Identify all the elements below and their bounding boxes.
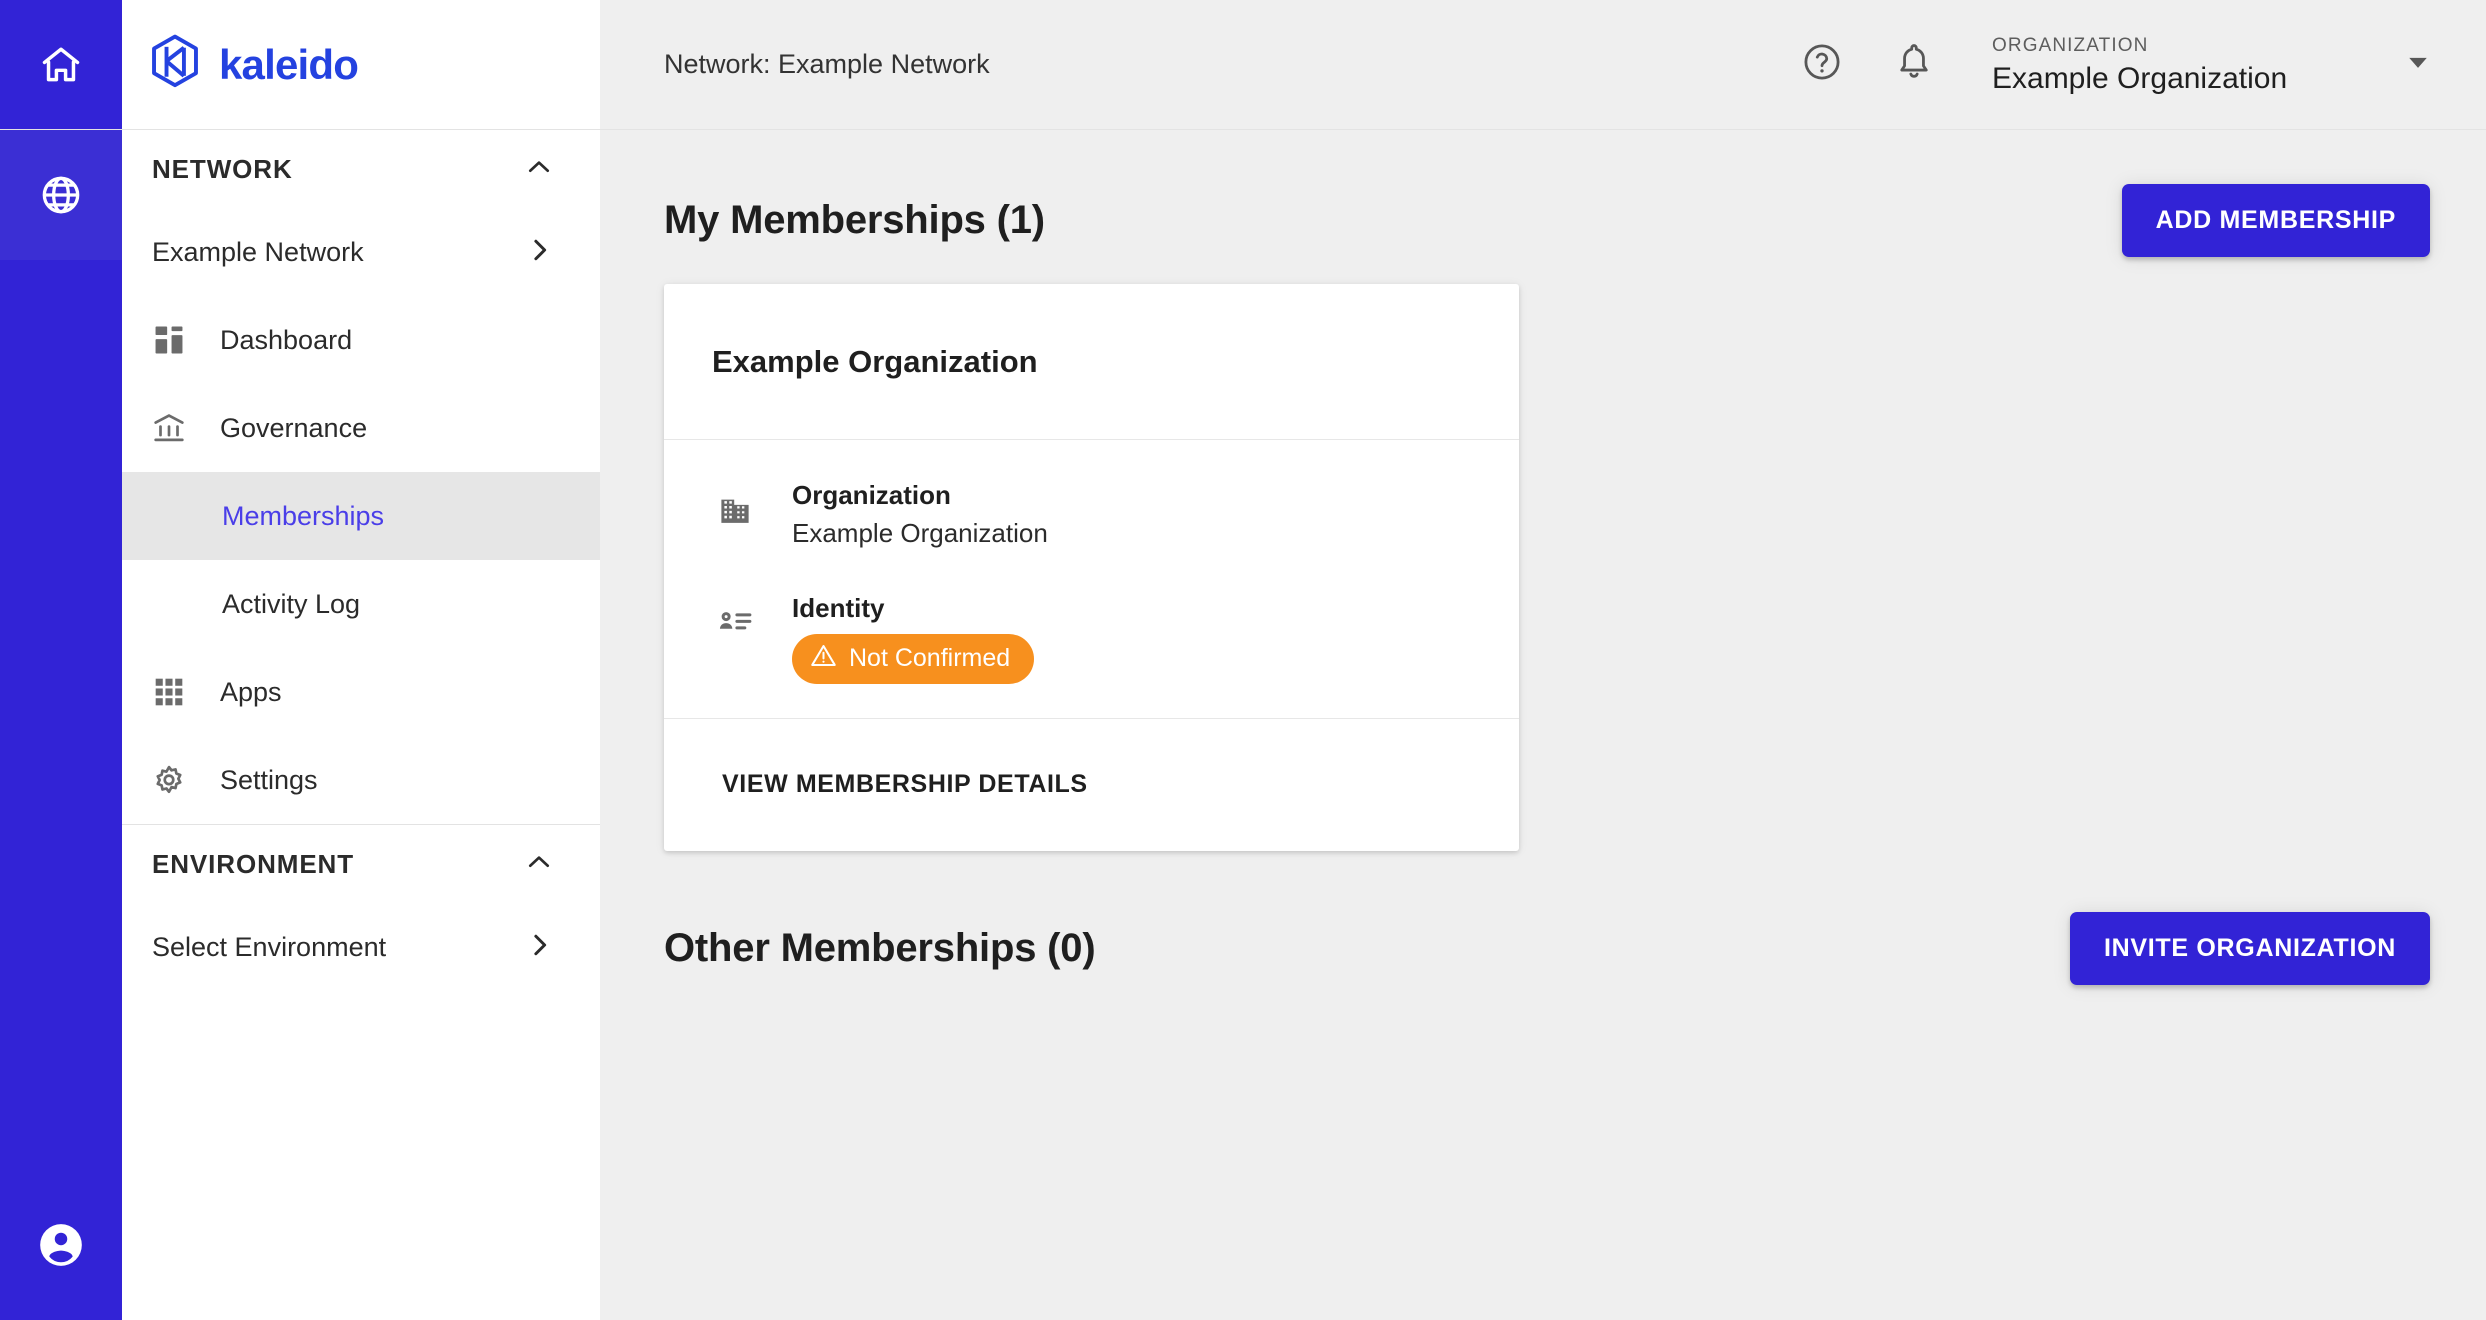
kaleido-logo-icon — [148, 33, 202, 96]
brand-wordmark: kaleido — [219, 40, 359, 88]
chevron-up-icon — [524, 152, 554, 187]
sidebar-item-select-environment-label: Select Environment — [152, 931, 387, 962]
status-badge-label: Not Confirmed — [849, 644, 1011, 673]
membership-organization-text: Organization Example Organization — [792, 476, 1048, 553]
organization-label: ORGANIZATION — [1992, 34, 2149, 56]
globe-icon — [39, 173, 83, 217]
sidebar-item-example-network[interactable]: Example Network — [122, 208, 600, 296]
membership-card-body: Organization Example Organization Identi… — [664, 440, 1519, 719]
view-membership-details-link[interactable]: VIEW MEMBERSHIP DETAILS — [722, 770, 1088, 799]
chevron-right-icon — [524, 235, 554, 270]
add-membership-button[interactable]: ADD MEMBERSHIP — [2121, 183, 2430, 257]
sidebar-item-apps[interactable]: Apps — [122, 648, 600, 736]
membership-organization-label: Organization — [792, 480, 951, 510]
sidebar-item-memberships[interactable]: Memberships — [108, 472, 600, 560]
my-memberships-title: My Memberships (1) — [664, 197, 1045, 242]
help-button[interactable] — [1776, 19, 1868, 111]
organization-text: ORGANIZATION Example Organization — [1992, 32, 2362, 98]
gear-icon — [152, 763, 198, 797]
notifications-button[interactable] — [1868, 19, 1960, 111]
sidebar-item-dashboard[interactable]: Dashboard — [122, 296, 600, 384]
sidebar: kaleido NETWORK Example Network Dashboar… — [0, 0, 600, 1320]
sidebar-item-governance[interactable]: Governance — [122, 384, 600, 472]
top-bar: Network: Example Network ORGANIZATION Ex… — [600, 0, 2486, 130]
caret-down-icon — [2404, 48, 2432, 81]
organization-name: Example Organization — [1992, 62, 2288, 95]
organization-selector[interactable]: ORGANIZATION Example Organization — [1992, 32, 2440, 98]
membership-card-footer: VIEW MEMBERSHIP DETAILS — [664, 719, 1519, 851]
sidebar-item-settings[interactable]: Settings — [122, 736, 600, 824]
membership-identity-label: Identity — [792, 592, 885, 623]
other-memberships-header: Other Memberships (0) INVITE ORGANIZATIO… — [664, 911, 2430, 987]
other-memberships-title: Other Memberships (0) — [664, 926, 1096, 971]
governance-icon — [152, 411, 198, 445]
bell-icon — [1893, 41, 1935, 88]
membership-card-header: Example Organization — [664, 284, 1519, 440]
sidebar-section-environment-label: ENVIRONMENT — [152, 848, 355, 879]
invite-organization-button[interactable]: INVITE ORGANIZATION — [2070, 912, 2430, 986]
sidebar-item-activity-log-label: Activity Log — [222, 588, 361, 619]
main-area: Network: Example Network ORGANIZATION Ex… — [600, 0, 2486, 1320]
rail-spacer — [0, 260, 122, 1170]
account-circle-icon — [36, 1220, 86, 1270]
app-root: kaleido NETWORK Example Network Dashboar… — [0, 0, 2486, 1320]
building-icon — [712, 476, 758, 528]
contact-badge-icon — [712, 589, 758, 641]
dashboard-icon — [152, 323, 198, 357]
sidebar-item-dashboard-label: Dashboard — [220, 324, 353, 355]
sidebar-item-example-network-label: Example Network — [152, 236, 364, 267]
sidebar-item-memberships-label: Memberships — [222, 500, 385, 531]
sidebar-section-environment[interactable]: ENVIRONMENT — [122, 825, 600, 903]
chevron-up-icon — [524, 847, 554, 882]
sidebar-section-network-label: NETWORK — [152, 153, 293, 184]
brand-logo[interactable]: kaleido — [0, 0, 600, 130]
rail-item-account[interactable] — [0, 1170, 122, 1320]
content-area: My Memberships (1) ADD MEMBERSHIP Exampl… — [600, 130, 2486, 1320]
membership-identity-text: Identity Not Confirmed — [792, 589, 1035, 684]
membership-organization-row: Organization Example Organization — [712, 476, 1471, 553]
sidebar-item-governance-label: Governance — [220, 412, 368, 443]
sidebar-item-apps-label: Apps — [220, 676, 282, 707]
membership-card-title: Example Organization — [712, 343, 1038, 379]
top-bar-actions: ORGANIZATION Example Organization — [1776, 19, 2440, 111]
warning-triangle-icon — [810, 642, 837, 676]
help-circle-icon — [1801, 41, 1843, 88]
membership-identity-row: Identity Not Confirmed — [712, 589, 1471, 684]
sidebar-section-network[interactable]: NETWORK — [122, 130, 600, 208]
apps-grid-icon — [152, 675, 198, 709]
rail-item-network[interactable] — [0, 130, 122, 260]
icon-rail — [0, 0, 122, 1320]
status-badge: Not Confirmed — [792, 633, 1035, 684]
chevron-right-icon — [524, 930, 554, 965]
sidebar-item-activity-log[interactable]: Activity Log — [122, 560, 600, 648]
my-memberships-header: My Memberships (1) ADD MEMBERSHIP — [664, 182, 2430, 258]
membership-organization-value: Example Organization — [792, 518, 1048, 548]
breadcrumb: Network: Example Network — [664, 49, 990, 79]
membership-card: Example Organization Organization Exampl… — [664, 284, 1519, 851]
sidebar-item-select-environment[interactable]: Select Environment — [122, 903, 600, 991]
sidebar-item-settings-label: Settings — [220, 764, 318, 795]
